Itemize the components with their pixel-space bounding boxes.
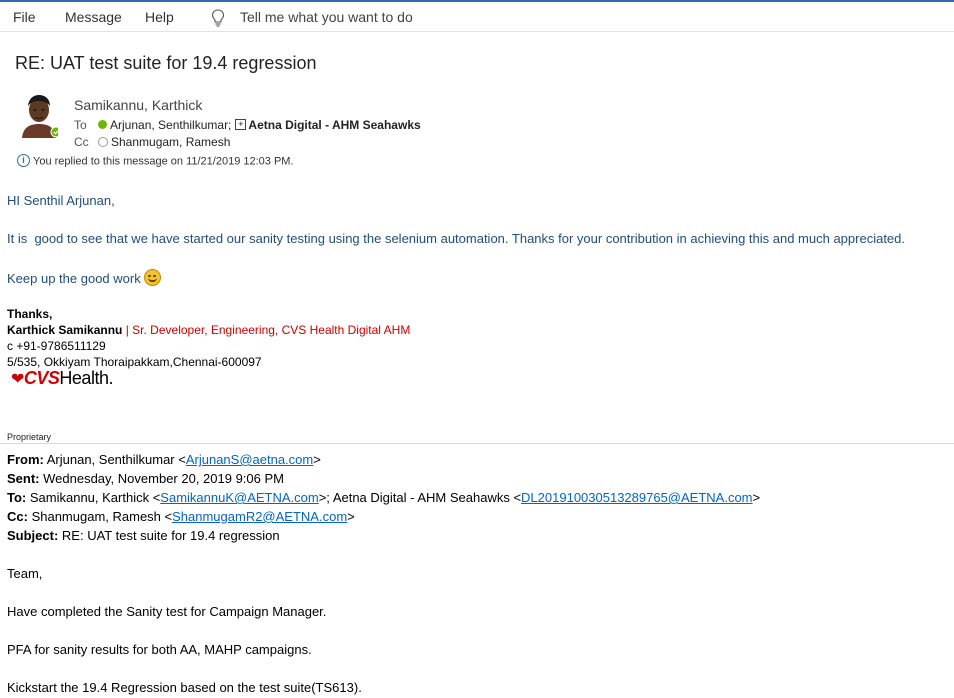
- proprietary-label: Proprietary: [7, 432, 52, 442]
- sig-thanks: Thanks,: [7, 307, 53, 321]
- to-email-link-1[interactable]: SamikannuK@AETNA.com: [160, 490, 318, 505]
- quoted-to: To: Samikannu, Karthick <SamikannuK@AETN…: [7, 490, 761, 505]
- quoted-body-pfa: PFA for sanity results for both AA, MAHP…: [7, 642, 312, 657]
- presence-offline-icon: [98, 136, 108, 147]
- sig-name: Karthick Samikannu: [7, 323, 123, 337]
- to-label: To: [74, 118, 87, 132]
- quoted-subject: Subject: RE: UAT test suite for 19.4 reg…: [7, 528, 280, 543]
- keep-up-text: Keep up the good work: [7, 271, 141, 286]
- lightbulb-icon[interactable]: [211, 9, 225, 27]
- quoted-body-team: Team,: [7, 566, 43, 581]
- sig-title: Sr. Developer, Engineering, CVS Health D…: [132, 323, 411, 337]
- body-line-keep-up: Keep up the good work: [7, 269, 161, 288]
- menu-file[interactable]: File: [13, 9, 36, 25]
- from-email-link[interactable]: ArjunanS@aetna.com: [186, 452, 313, 467]
- cc-email-link[interactable]: ShanmugamR2@AETNA.com: [172, 509, 347, 524]
- heart-icon: ❤: [11, 371, 24, 388]
- to-group-recipient[interactable]: Aetna Digital - AHM Seahawks: [248, 118, 420, 132]
- sig-name-line: Karthick Samikannu | Sr. Developer, Engi…: [7, 323, 410, 337]
- presence-available-icon: [98, 120, 107, 130]
- cc-row: Cc Shanmugam, Ramesh: [74, 135, 230, 149]
- greeting: HI Senthil Arjunan,: [7, 193, 115, 208]
- sender-name[interactable]: Samikannu, Karthick: [74, 97, 202, 113]
- sig-address: 5/535, Okkiyam Thoraipakkam,Chennai-6000…: [7, 355, 262, 369]
- tell-me-search[interactable]: Tell me what you want to do: [240, 9, 413, 25]
- menu-help[interactable]: Help: [145, 9, 174, 25]
- email-subject: RE: UAT test suite for 19.4 regression: [15, 53, 317, 73]
- sig-separator: |: [122, 323, 133, 337]
- quoted-body-sanity: Have completed the Sanity test for Campa…: [7, 604, 327, 619]
- body-line-appreciation: It is good to see that we have started o…: [7, 231, 906, 246]
- sender-avatar[interactable]: [20, 93, 58, 138]
- to-email-link-2[interactable]: DL201910030513289765@AETNA.com: [521, 490, 752, 505]
- to-row: To Arjunan, Senthilkumar; + Aetna Digital -…: [74, 118, 421, 132]
- menu-bar: File Message Help Tell me what you want …: [0, 0, 954, 32]
- expand-group-icon[interactable]: +: [235, 119, 247, 131]
- sig-phone: c +91-9786511129: [7, 339, 106, 353]
- quoted-cc: Cc: Shanmugam, Ramesh <ShanmugamR2@AETNA…: [7, 509, 355, 524]
- reply-info-bar[interactable]: i You replied to this message on 11/21/20…: [17, 154, 294, 168]
- cc-label: Cc: [74, 135, 89, 149]
- cc-recipient[interactable]: Shanmugam, Ramesh: [111, 135, 230, 149]
- quoted-body-kickstart: Kickstart the 19.4 Regression based on t…: [7, 680, 362, 695]
- cvs-health-logo: ❤CVSHealth.: [11, 368, 113, 388]
- smiley-emoji-icon: [143, 269, 161, 287]
- quoted-from: From: Arjunan, Senthilkumar <ArjunanS@ae…: [7, 452, 321, 467]
- info-icon: i: [17, 154, 30, 167]
- menu-message[interactable]: Message: [65, 9, 122, 25]
- to-recipient[interactable]: Arjunan, Senthilkumar;: [110, 118, 231, 132]
- divider: [0, 443, 954, 444]
- quoted-sent: Sent: Wednesday, November 20, 2019 9:06 …: [7, 471, 284, 486]
- reply-info-text: You replied to this message on 11/21/201…: [33, 155, 294, 168]
